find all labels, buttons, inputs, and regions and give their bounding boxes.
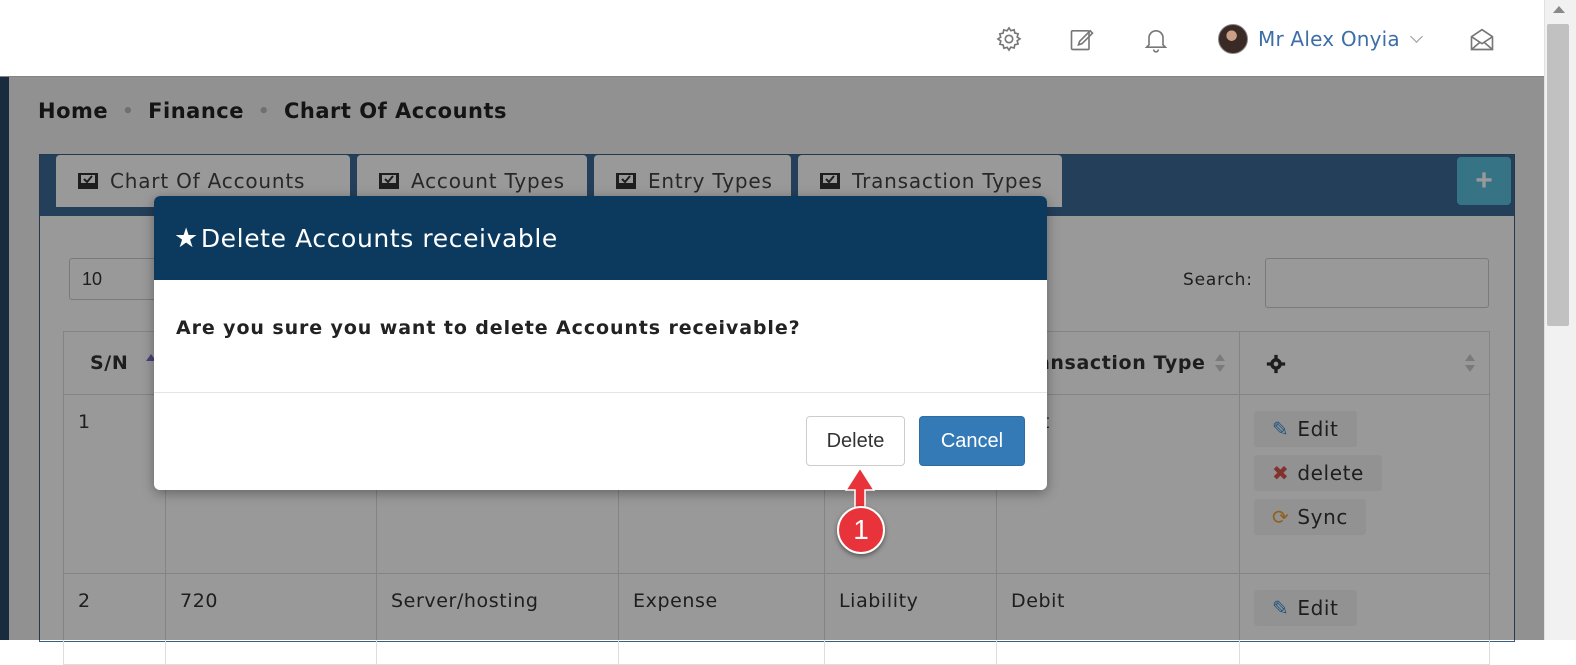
modal-header: ★ Delete Accounts receivable [154, 196, 1047, 280]
modal-title: Delete Accounts receivable [200, 223, 558, 253]
scroll-thumb[interactable] [1547, 24, 1569, 326]
cancel-button[interactable]: Cancel [919, 416, 1025, 466]
divider [154, 392, 1047, 393]
star-icon: ★ [174, 222, 199, 254]
modal-message: Are you sure you want to delete Accounts… [176, 317, 801, 339]
navbar-backdrop [0, 0, 1544, 76]
scrollbar[interactable] [1544, 0, 1576, 640]
delete-button[interactable]: Delete [806, 416, 905, 466]
delete-confirm-modal: ★ Delete Accounts receivable Are you sur… [154, 196, 1047, 490]
scroll-up-icon[interactable] [1553, 6, 1565, 13]
callout-badge: 1 [837, 506, 885, 554]
